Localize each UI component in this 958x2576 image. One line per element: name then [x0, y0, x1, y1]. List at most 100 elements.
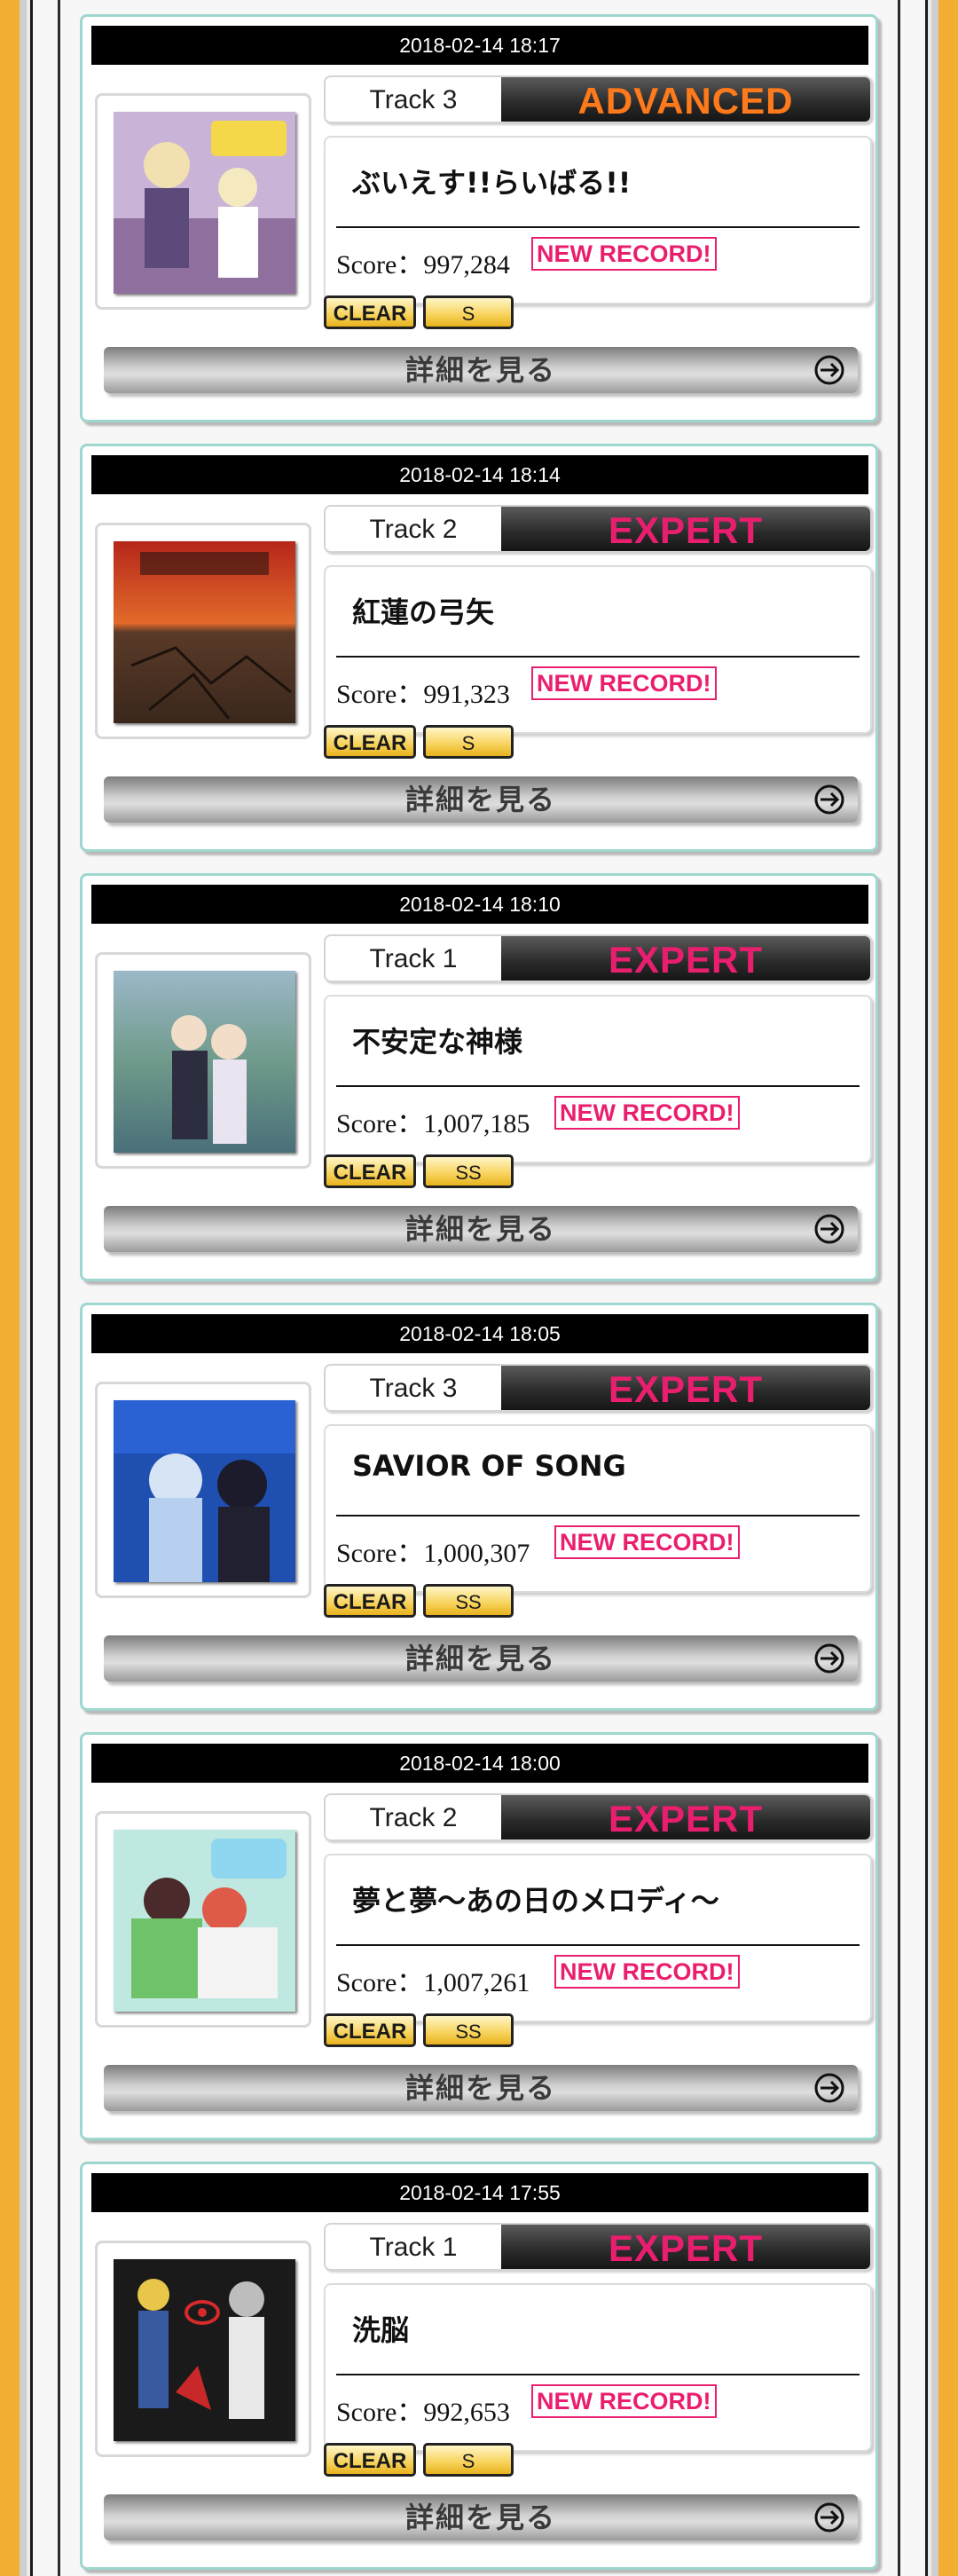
- score-prefix: Score：: [336, 1109, 424, 1138]
- divider: [336, 2374, 860, 2375]
- track-number: Track 2: [369, 1803, 458, 1832]
- jacket-image-icon: [114, 541, 295, 723]
- view-details-button[interactable]: 詳細を見る: [104, 1206, 858, 1252]
- arrow-right-circle-icon: [814, 355, 844, 385]
- score-prefix: Score：: [336, 680, 424, 709]
- result-info: 紅蓮の弓矢 Score：991,323 NEW RECORD!: [324, 565, 872, 734]
- score-value: 991,323: [423, 680, 510, 709]
- new-record-badge: NEW RECORD!: [554, 1525, 740, 1559]
- result-info: ぶいえす!!らいばる!! Score：997,284 NEW RECORD!: [324, 136, 872, 304]
- result-info: 不安定な神様 Score：1,007,185 NEW RECORD!: [324, 995, 872, 1163]
- score-prefix: Score：: [336, 2398, 424, 2427]
- score-text: Score：1,000,307: [336, 1531, 530, 1570]
- score-text: Score：1,007,261: [336, 1960, 530, 1999]
- divider: [336, 226, 860, 228]
- jacket-frame: [95, 2241, 311, 2457]
- jacket-frame: [95, 1811, 311, 2028]
- new-record-badge: NEW RECORD!: [554, 1096, 740, 1130]
- score-text: Score：1,007,185: [336, 1101, 530, 1140]
- score-prefix: Score：: [336, 1968, 424, 1997]
- clear-lamp: CLEAR: [324, 725, 416, 759]
- song-title: SAVIOR OF SONG: [352, 1449, 626, 1483]
- view-details-button[interactable]: 詳細を見る: [104, 2494, 858, 2541]
- song-title: 洗脳: [352, 2313, 410, 2347]
- arrow-right-circle-icon: [814, 1214, 844, 1244]
- track-tab: Track 2 EXPERT: [324, 505, 872, 553]
- divider: [336, 1085, 860, 1087]
- jacket-image-icon: [114, 1400, 295, 1582]
- jacket-frame: [95, 952, 311, 1169]
- jacket-image-icon: [114, 1830, 295, 2012]
- view-details-label: 詳細を見る: [404, 353, 556, 387]
- view-details-label: 詳細を見る: [404, 783, 556, 816]
- clear-lamp: CLEAR: [324, 1584, 416, 1618]
- score-value: 1,007,261: [423, 1968, 530, 1997]
- difficulty-badge: EXPERT: [501, 1366, 870, 1410]
- play-record-card: 2018-02-14 18:10 Track 1 EXPERT 不安定な神様 S…: [80, 873, 878, 1281]
- play-date: 2018-02-14 18:05: [91, 1314, 868, 1353]
- view-details-button[interactable]: 詳細を見る: [104, 347, 858, 393]
- score-value: 997,284: [423, 250, 510, 280]
- difficulty-badge: EXPERT: [501, 2225, 870, 2269]
- jacket-image-icon: [114, 2259, 295, 2441]
- track-number: Track 1: [369, 944, 458, 973]
- play-date: 2018-02-14 18:17: [91, 26, 868, 65]
- view-details-label: 詳細を見る: [404, 2071, 556, 2105]
- score-text: Score：997,284: [336, 242, 510, 281]
- jacket-frame: [95, 1382, 311, 1598]
- divider: [336, 1944, 860, 1946]
- track-number: Track 2: [369, 515, 458, 544]
- clear-lamp: CLEAR: [324, 1154, 416, 1188]
- view-details-label: 詳細を見る: [404, 1212, 556, 1246]
- right-side-bar: [931, 0, 958, 2576]
- view-details-label: 詳細を見る: [404, 1642, 556, 1675]
- score-value: 1,000,307: [423, 1539, 530, 1568]
- clear-lamp: CLEAR: [324, 295, 416, 329]
- difficulty-badge: ADVANCED: [501, 77, 870, 122]
- play-record-card: 2018-02-14 18:17 Track 3 ADVANCED ぶいえす!!…: [80, 14, 878, 422]
- play-date: 2018-02-14 18:00: [91, 1744, 868, 1783]
- play-date: 2018-02-14 17:55: [91, 2173, 868, 2212]
- view-details-button[interactable]: 詳細を見る: [104, 1635, 858, 1682]
- result-info: 洗脳 Score：992,653 NEW RECORD!: [324, 2283, 872, 2452]
- play-record-card: 2018-02-14 18:00 Track 2 EXPERT 夢と夢～あの日の…: [80, 1732, 878, 2140]
- view-details-button[interactable]: 詳細を見る: [104, 776, 858, 823]
- track-number: Track 3: [369, 85, 458, 114]
- difficulty-badge: EXPERT: [501, 507, 870, 551]
- rank-lamp: SS: [423, 1584, 514, 1618]
- arrow-right-circle-icon: [814, 1643, 844, 1674]
- track-number: Track 1: [369, 2233, 458, 2262]
- view-details-button[interactable]: 詳細を見る: [104, 2065, 858, 2111]
- jacket-frame: [95, 93, 311, 310]
- divider: [336, 656, 860, 658]
- arrow-right-circle-icon: [814, 2073, 844, 2103]
- rank-lamp: S: [423, 725, 514, 759]
- jacket-frame: [95, 523, 311, 739]
- play-record-card: 2018-02-14 18:05 Track 3 EXPERT SAVIOR O…: [80, 1303, 878, 1711]
- track-tab: Track 2 EXPERT: [324, 1793, 872, 1841]
- rank-lamp: SS: [423, 2013, 514, 2047]
- new-record-badge: NEW RECORD!: [531, 666, 717, 700]
- jacket-image-icon: [114, 971, 295, 1153]
- score-value: 992,653: [423, 2398, 510, 2427]
- result-info: 夢と夢～あの日のメロディ～ Score：1,007,261 NEW RECORD…: [324, 1854, 872, 2022]
- rank-lamp: S: [423, 2443, 514, 2477]
- difficulty-badge: EXPERT: [501, 1795, 870, 1839]
- rank-lamp: S: [423, 295, 514, 329]
- song-title: 紅蓮の弓矢: [352, 595, 495, 629]
- arrow-right-circle-icon: [814, 2502, 844, 2533]
- track-tab: Track 1 EXPERT: [324, 934, 872, 982]
- divider: [336, 1515, 860, 1516]
- track-tab: Track 3 EXPERT: [324, 1364, 872, 1412]
- difficulty-badge: EXPERT: [501, 936, 870, 981]
- score-prefix: Score：: [336, 250, 424, 280]
- score-value: 1,007,185: [423, 1109, 530, 1138]
- new-record-badge: NEW RECORD!: [531, 2384, 717, 2418]
- score-prefix: Score：: [336, 1539, 424, 1568]
- arrow-right-circle-icon: [814, 784, 844, 815]
- left-side-bar: [0, 0, 27, 2576]
- play-record-card: 2018-02-14 17:55 Track 1 EXPERT 洗脳 Score…: [80, 2162, 878, 2570]
- song-title: 夢と夢～あの日のメロディ～: [352, 1884, 719, 1918]
- song-title: 不安定な神様: [352, 1025, 523, 1059]
- new-record-badge: NEW RECORD!: [554, 1955, 740, 1989]
